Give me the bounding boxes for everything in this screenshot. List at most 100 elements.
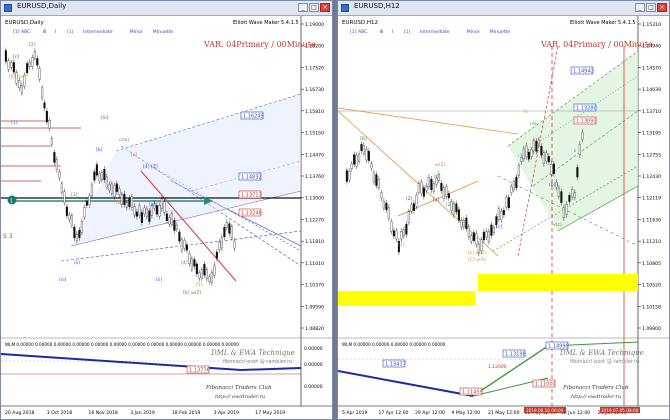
candle-body — [355, 155, 358, 167]
price-tick-label: 1.17520 — [305, 65, 324, 71]
price-tick-label: 1.10805 — [642, 261, 661, 267]
candle-body — [83, 207, 86, 218]
wave-degree-option[interactable]: Minuette — [490, 29, 510, 35]
price-tick-label: 1.14570 — [642, 65, 661, 71]
candle-body — [31, 57, 34, 67]
price-box-3: 1.13713 — [241, 193, 262, 199]
candle-body — [402, 229, 405, 236]
wave-degree-option[interactable]: [1] ABC — [350, 29, 367, 35]
candle-body — [512, 181, 515, 190]
candle-body — [382, 201, 385, 209]
price-tick-label: 1.12119 — [642, 196, 661, 202]
candle-body — [576, 167, 579, 178]
price-chart-daily[interactable]: 1.190001.182001.175201.167301.158101.151… — [1, 16, 332, 419]
window-titlebar[interactable]: EURUSD,H12 _ □ × — [338, 1, 669, 16]
date-tick-label: 3 Oct 2018 — [47, 410, 73, 416]
candle-body — [350, 163, 353, 169]
candle-body — [135, 211, 138, 217]
chart-window-eurusd-daily[interactable]: EURUSD,Daily _ □ × 1.19000 1.18200 1.17520… — [0, 0, 333, 420]
candle-body — [208, 276, 211, 282]
wave-label: [2] — [29, 42, 36, 48]
indicator-label: WLM 0.00000 0.00000 0.00000 0.00000 0.00… — [5, 342, 239, 347]
date-tick-label: 18 Feb 2019 — [172, 410, 201, 416]
window-titlebar[interactable]: EURUSD,Daily _ □ × — [1, 1, 332, 16]
price-tick-label: 1.13760 — [305, 174, 324, 180]
candle-body — [73, 226, 76, 238]
wave-label: [ii] — [156, 277, 162, 283]
candle-body — [372, 172, 375, 183]
price-tick-label: 1.16730 — [305, 87, 324, 93]
candle-body — [432, 183, 435, 192]
candle-body — [532, 140, 535, 152]
wave-label: [c] — [131, 152, 137, 158]
candle-body — [60, 183, 63, 193]
candle-body — [160, 198, 163, 209]
candle-body — [517, 165, 520, 176]
candle-body — [545, 152, 548, 162]
close-button[interactable]: × — [320, 3, 330, 12]
candle-body — [353, 154, 356, 165]
price-tick-label: 1.13195 — [642, 131, 661, 137]
minimize-button[interactable]: _ — [635, 3, 645, 12]
wave-degree-option[interactable]: Intermediate — [420, 29, 450, 35]
candle-body — [118, 188, 121, 195]
wave-label: [b] w(Z) — [183, 290, 202, 296]
candle-body — [148, 210, 151, 222]
candle-body — [405, 223, 408, 235]
candle-body — [380, 192, 383, 199]
price-tick-label: 1.10158 — [642, 304, 661, 310]
candle-body — [400, 231, 403, 240]
wave-degree-option[interactable]: I — [55, 29, 56, 35]
candle-body — [88, 195, 91, 206]
candle-body — [571, 189, 574, 198]
candle-body — [345, 170, 348, 182]
price-chart-h12[interactable]: 1.153101.149401.145701.140391.137101.131… — [338, 16, 669, 419]
candle-body — [80, 221, 83, 233]
candle-body — [38, 68, 41, 80]
candle-body — [180, 239, 183, 251]
price-tick-label: 1.14470 — [305, 152, 324, 158]
red-date-label-1: 2019.06.10 00:00 — [526, 408, 564, 413]
candle-body — [100, 172, 103, 180]
close-button[interactable]: × — [657, 3, 667, 12]
wave-degree-option[interactable]: Minor — [467, 29, 480, 35]
indicator-label: WLM 0.00000 0.00000 0.00000 0.00000 0.00… — [342, 342, 446, 347]
candle-body — [140, 212, 143, 223]
wave-degree-option[interactable]: I — [392, 29, 393, 35]
wave-degree-option[interactable]: (1) — [67, 29, 74, 35]
wave-degree-option[interactable]: Minuette — [153, 29, 173, 35]
candle-body — [542, 152, 545, 164]
wave-label: iii — [524, 109, 528, 115]
price-tick-label: 1.15150 — [305, 131, 324, 137]
candle-body — [65, 206, 68, 216]
candle-body — [370, 163, 373, 169]
wave-degree-option[interactable]: [1] ABC — [13, 29, 30, 35]
svg-text:1.11459: 1.11459 — [462, 390, 483, 396]
date-tick-label: 5 Apr 2019 — [342, 410, 368, 416]
s3-label: S 3 — [3, 233, 13, 240]
chart-symbol-label: EURUSD,H12 — [342, 20, 378, 26]
candle-body — [360, 144, 363, 151]
wave-degree-option[interactable]: Minor — [130, 29, 143, 35]
candle-body — [467, 226, 470, 238]
candle-body — [581, 131, 584, 140]
candle-body — [502, 210, 505, 215]
maximize-button[interactable]: □ — [646, 3, 656, 12]
wave-degree-option[interactable]: (1) — [404, 29, 411, 35]
candle-body — [155, 205, 158, 215]
minimize-button[interactable]: _ — [298, 3, 308, 12]
candle-body — [125, 202, 128, 208]
candle-body — [495, 216, 498, 226]
maximize-button[interactable]: □ — [309, 3, 319, 12]
chart-window-eurusd-h12[interactable]: EURUSD,H12 _ □ × 1.15310 1.14940 1.14570 1.… — [337, 0, 670, 420]
wave-degree-option[interactable]: Ⅲ — [43, 29, 46, 35]
wave-degree-option[interactable]: Intermediate — [83, 29, 113, 35]
wave-degree-option[interactable]: Ⅲ — [380, 29, 383, 35]
candle-body — [233, 240, 236, 249]
variant-label: VAR. 04Primary / 00Minute — [540, 40, 653, 49]
candle-body — [26, 63, 29, 74]
price-tick-label: 1.12755 — [642, 152, 661, 158]
chart-window-icon — [4, 4, 12, 12]
candle-body — [497, 208, 500, 220]
watermark: DML & EWA Technique — [559, 349, 644, 357]
